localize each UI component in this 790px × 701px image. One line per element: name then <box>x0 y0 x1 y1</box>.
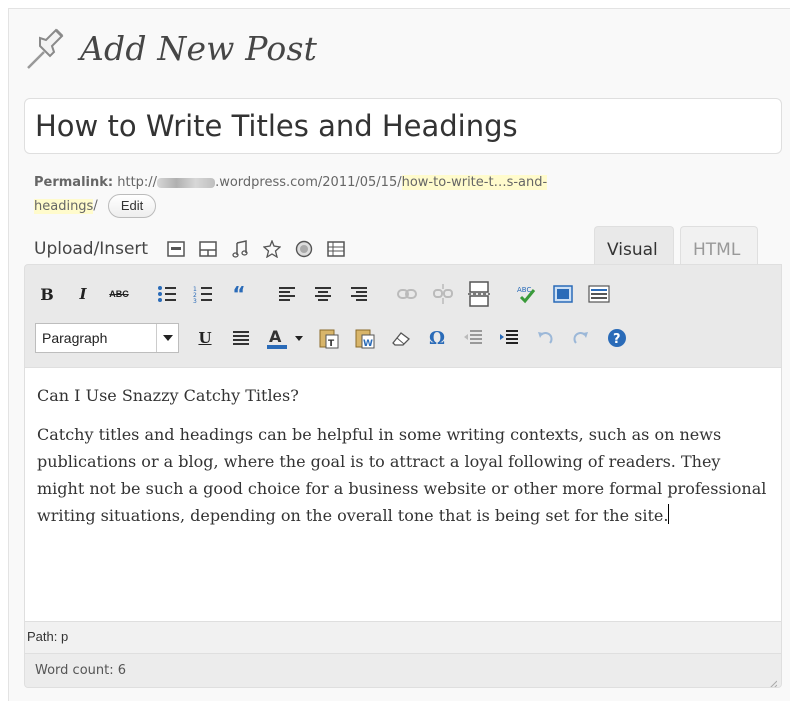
paste-text-icon[interactable]: T <box>317 326 341 350</box>
undo-icon[interactable] <box>533 326 557 350</box>
chevron-down-icon[interactable] <box>156 324 178 352</box>
upload-insert-label: Upload/Insert <box>34 239 149 259</box>
italic-icon[interactable]: I <box>71 282 95 306</box>
post-editor: B I ABC 123 “ ABC Paragraph U A T W Ω ? … <box>24 264 782 688</box>
page-title: Add New Post <box>80 28 318 68</box>
permalink-label: Permalink: <box>34 175 114 190</box>
permalink-slug[interactable]: how-to-write-t…s-and- <box>401 175 548 190</box>
unlink-icon[interactable] <box>431 282 455 306</box>
tab-visual[interactable]: Visual <box>594 226 674 266</box>
link-icon[interactable] <box>395 282 419 306</box>
kitchen-sink-icon[interactable] <box>587 282 611 306</box>
outdent-icon[interactable] <box>461 326 485 350</box>
svg-text:W: W <box>363 339 373 349</box>
svg-text:T: T <box>328 339 335 349</box>
svg-text:?: ? <box>613 332 621 347</box>
pushpin-icon <box>24 24 68 72</box>
gallery-icon[interactable] <box>198 239 218 259</box>
fullscreen-icon[interactable] <box>551 282 575 306</box>
format-select[interactable]: Paragraph <box>35 323 179 353</box>
align-right-icon[interactable] <box>347 282 371 306</box>
text-color-icon[interactable]: A <box>265 326 305 350</box>
permalink-slug-end[interactable]: headings <box>34 198 94 214</box>
editor-toolbar-row-1: B I ABC 123 “ ABC <box>35 279 623 309</box>
post-title-input[interactable] <box>25 99 781 153</box>
tab-html[interactable]: HTML <box>680 226 758 266</box>
svg-text:ABC: ABC <box>517 286 531 294</box>
justify-icon[interactable] <box>229 326 253 350</box>
media-upload-row: Upload/Insert <box>34 236 358 262</box>
svg-text:A: A <box>269 327 282 346</box>
clear-format-icon[interactable] <box>389 326 413 350</box>
permalink-row: Permalink: http:// .wordpress.com/2011/05… <box>34 172 764 218</box>
more-tag-icon[interactable] <box>467 281 491 307</box>
strikethrough-icon[interactable]: ABC <box>107 282 131 306</box>
editor-toolbar-row-2: Paragraph U A T W Ω ? <box>35 323 641 353</box>
permalink-edit-button[interactable]: Edit <box>107 194 157 218</box>
content-heading[interactable]: Can I Use Snazzy Catchy Titles? <box>37 382 771 409</box>
music-icon[interactable] <box>230 239 250 259</box>
align-left-icon[interactable] <box>275 282 299 306</box>
spellcheck-icon[interactable]: ABC <box>515 282 539 306</box>
svg-text:3: 3 <box>193 298 197 303</box>
permalink-url-domain: .wordpress.com/2011/05/15/ <box>215 175 402 190</box>
editor-content-area[interactable]: Can I Use Snazzy Catchy Titles? Catchy t… <box>25 367 781 621</box>
indent-icon[interactable] <box>497 326 521 350</box>
bold-icon[interactable]: B <box>35 282 59 306</box>
blockquote-icon[interactable]: “ <box>227 282 251 306</box>
bullet-list-icon[interactable] <box>155 282 179 306</box>
content-paragraph[interactable]: Catchy titles and headings can be helpfu… <box>37 421 771 529</box>
special-char-icon[interactable]: Ω <box>425 326 449 350</box>
numbered-list-icon[interactable]: 123 <box>191 282 215 306</box>
align-center-icon[interactable] <box>311 282 335 306</box>
video-icon[interactable] <box>294 239 314 259</box>
page-header: Add New Post <box>24 20 317 76</box>
redo-icon[interactable] <box>569 326 593 350</box>
permalink-url-suffix: / <box>93 198 98 214</box>
editor-path-bar: Path: p <box>25 621 781 653</box>
help-icon[interactable]: ? <box>605 326 629 350</box>
word-count: Word count: 6 <box>35 663 127 678</box>
permalink-url-prefix: http:// <box>117 175 158 190</box>
resize-grip-icon[interactable] <box>765 671 778 687</box>
text-cursor <box>668 504 670 524</box>
post-title-field[interactable] <box>24 98 782 154</box>
blurred-subdomain <box>157 177 216 188</box>
word-count-bar: Word count: 6 <box>25 653 781 687</box>
underline-icon[interactable]: U <box>193 326 217 350</box>
list-icon[interactable] <box>326 239 346 259</box>
format-select-value: Paragraph <box>42 330 108 346</box>
media-icon[interactable] <box>262 239 282 259</box>
paste-word-icon[interactable]: W <box>353 326 377 350</box>
image-icon[interactable] <box>166 239 186 259</box>
